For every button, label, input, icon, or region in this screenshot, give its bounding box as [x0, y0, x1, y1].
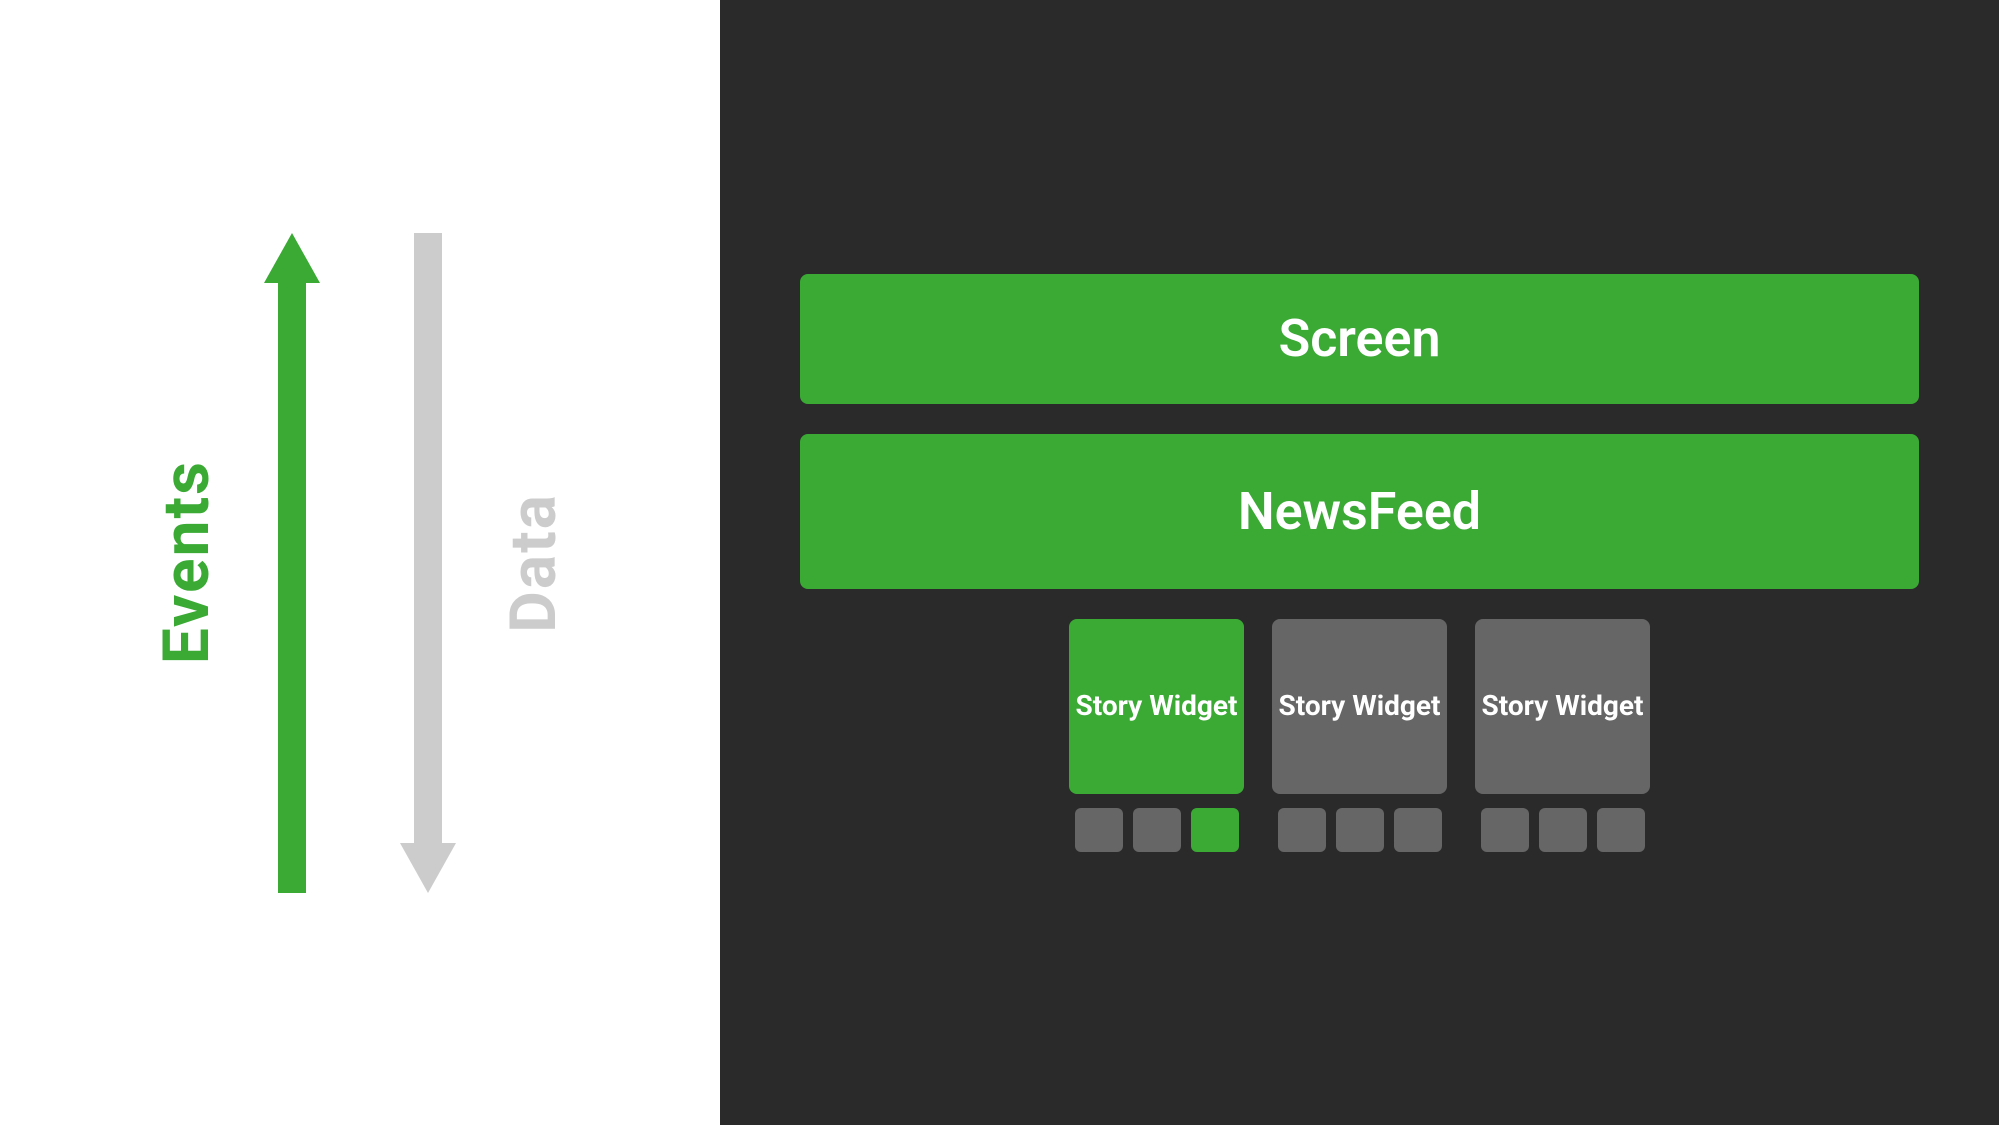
dot-2-2	[1336, 808, 1384, 852]
dot-3-3	[1597, 808, 1645, 852]
events-arrow-up	[264, 233, 320, 893]
left-panel: Events Data	[0, 0, 720, 1125]
events-label: Events	[149, 460, 224, 664]
dot-3-1	[1481, 808, 1529, 852]
dot-3-2	[1539, 808, 1587, 852]
story-widget-1-dots	[1075, 808, 1239, 852]
story-widget-1: Story Widget	[1069, 619, 1244, 794]
story-widgets-row: Story Widget Story Widget Story Widget	[1069, 619, 1650, 852]
newsfeed-label: NewsFeed	[1238, 451, 1481, 572]
story-widget-2-label: Story Widget	[1279, 689, 1441, 723]
story-widget-2: Story Widget	[1272, 619, 1447, 794]
right-panel: Screen NewsFeed Story Widget Story Widge…	[720, 0, 1999, 1125]
data-label: Data	[496, 493, 571, 633]
dot-2-1	[1278, 808, 1326, 852]
arrows-container: Events Data	[149, 213, 571, 913]
story-widget-2-dots	[1278, 808, 1442, 852]
newsfeed-block: NewsFeed	[800, 434, 1919, 589]
events-arrowhead	[264, 233, 320, 283]
dot-1-1	[1075, 808, 1123, 852]
data-arrow-group: Data	[400, 213, 571, 913]
story-widget-3-dots	[1481, 808, 1645, 852]
dot-2-3	[1394, 808, 1442, 852]
data-arrowhead	[400, 843, 456, 893]
dot-1-2	[1133, 808, 1181, 852]
dot-1-3	[1191, 808, 1239, 852]
story-widget-3: Story Widget	[1475, 619, 1650, 794]
events-arrow-group: Events	[149, 213, 320, 913]
story-widget-col-3: Story Widget	[1475, 619, 1650, 852]
screen-block: Screen	[800, 274, 1919, 404]
data-arrow-shaft	[414, 233, 442, 843]
screen-label: Screen	[1278, 278, 1440, 399]
data-arrow-down	[400, 233, 456, 893]
story-widget-1-label: Story Widget	[1076, 689, 1238, 723]
events-arrow-shaft	[278, 283, 306, 893]
story-widget-col-1: Story Widget	[1069, 619, 1244, 852]
story-widget-col-2: Story Widget	[1272, 619, 1447, 852]
story-widget-3-label: Story Widget	[1482, 689, 1644, 723]
